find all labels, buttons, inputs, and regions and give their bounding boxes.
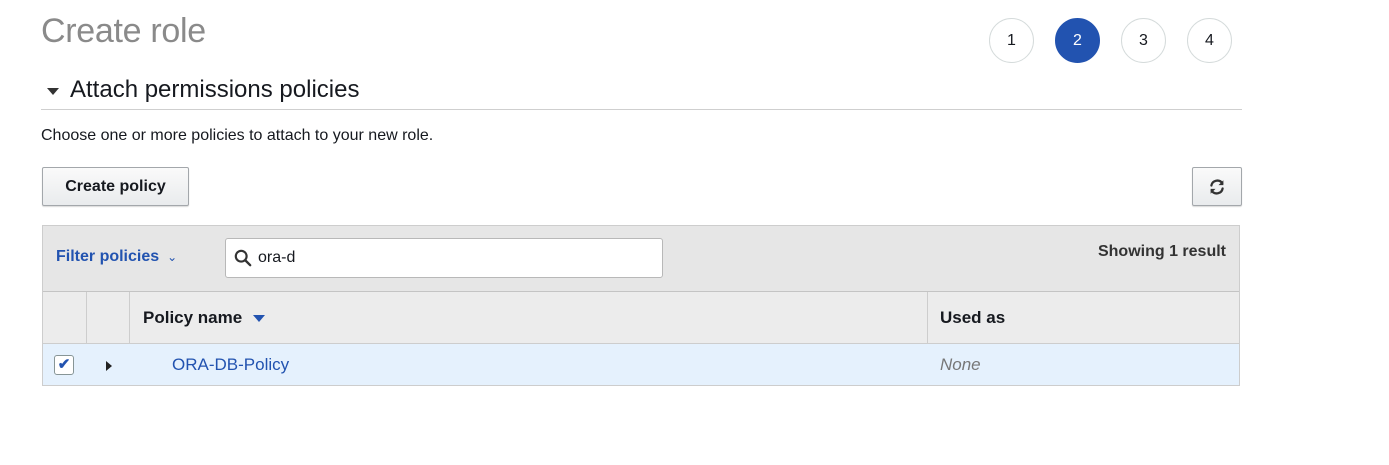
result-count: Showing 1 result xyxy=(1097,243,1226,260)
step-3[interactable]: 3 xyxy=(1121,18,1166,63)
expand-caret-icon[interactable] xyxy=(106,360,112,371)
column-label: Used as xyxy=(940,307,1006,327)
refresh-icon xyxy=(1210,178,1224,195)
row-select-cell: ✔ xyxy=(43,344,87,385)
row-checkbox[interactable]: ✔ xyxy=(54,354,74,375)
step-1[interactable]: 1 xyxy=(989,18,1034,63)
row-expand-cell xyxy=(87,344,130,385)
page-title: Create role xyxy=(41,12,206,50)
wizard-steps: 1 2 3 4 xyxy=(989,18,1253,63)
step-4[interactable]: 4 xyxy=(1187,18,1232,63)
collapse-caret-icon[interactable] xyxy=(47,88,59,95)
policies-table: Filter policies ⌄ ora-d Showing 1 result… xyxy=(42,225,1240,386)
search-icon xyxy=(234,249,252,267)
section-description: Choose one or more policies to attach to… xyxy=(41,127,434,144)
table-header: Policy name Used as xyxy=(43,292,1239,344)
chevron-down-icon: ⌄ xyxy=(167,250,178,264)
filter-bar: Filter policies ⌄ ora-d Showing 1 result xyxy=(43,226,1239,292)
header-expand-cell xyxy=(87,292,130,343)
column-header-policy-name[interactable]: Policy name xyxy=(130,292,928,343)
column-header-used-as[interactable]: Used as xyxy=(928,292,1239,343)
section-title: Attach permissions policies xyxy=(70,76,360,103)
sort-down-icon[interactable] xyxy=(253,315,266,322)
policy-name-cell: ORA-DB-Policy xyxy=(130,344,928,385)
used-as-value: None xyxy=(940,354,981,374)
policy-name-link[interactable]: ORA-DB-Policy xyxy=(172,355,289,375)
create-policy-button[interactable]: Create policy xyxy=(42,167,189,206)
checkmark-icon: ✔ xyxy=(57,356,71,373)
filter-policies-dropdown[interactable]: Filter policies ⌄ xyxy=(56,248,177,266)
section-header[interactable]: Attach permissions policies xyxy=(41,76,1242,110)
filter-label: Filter policies xyxy=(56,248,160,265)
search-input[interactable]: ora-d xyxy=(225,238,663,278)
search-value: ora-d xyxy=(258,249,296,266)
step-2[interactable]: 2 xyxy=(1055,18,1100,63)
header-select-cell xyxy=(43,292,87,343)
table-row[interactable]: ✔ ORA-DB-Policy None xyxy=(43,344,1239,385)
used-as-cell: None xyxy=(928,344,1239,385)
refresh-button[interactable] xyxy=(1192,167,1242,206)
column-label: Policy name xyxy=(143,307,243,327)
